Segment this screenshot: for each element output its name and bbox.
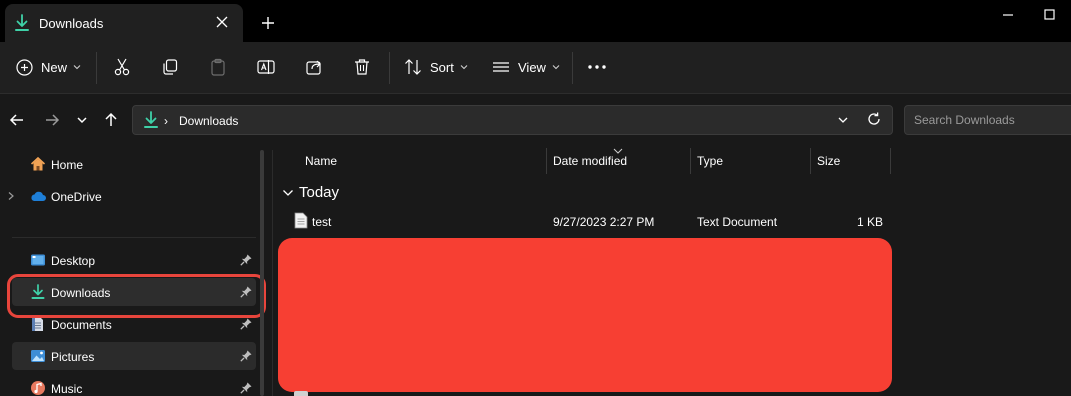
- cloud-icon: [31, 191, 46, 201]
- sidebar-item-music[interactable]: Music: [12, 374, 256, 396]
- download-icon: [15, 14, 29, 31]
- forward-arrow-icon[interactable]: [42, 110, 62, 130]
- navigation-pane: Home OneDrive Desktop Downloads Document…: [0, 148, 262, 396]
- file-size: 1 KB: [856, 215, 883, 229]
- group-label: Today: [299, 184, 340, 201]
- delete-button[interactable]: [353, 42, 371, 92]
- file-date-modified: 9/27/2023 2:27 PM: [553, 215, 655, 229]
- sort-button[interactable]: Sort: [404, 42, 468, 92]
- pin-icon[interactable]: [239, 317, 253, 331]
- trash-icon: [355, 59, 369, 75]
- download-icon: [144, 111, 158, 128]
- sidebar-item-pictures[interactable]: Pictures: [12, 342, 256, 370]
- tab-downloads[interactable]: Downloads: [5, 4, 243, 42]
- table-row[interactable]: test 9/27/2023 2:27 PM Text Document 1 K…: [282, 208, 894, 234]
- search-input[interactable]: [904, 105, 1071, 135]
- paste-button[interactable]: [209, 42, 227, 92]
- breadcrumb[interactable]: Downloads: [179, 114, 238, 128]
- sidebar-item-label: Desktop: [51, 254, 96, 268]
- copy-icon: [163, 59, 178, 75]
- title-bar: Downloads: [0, 0, 1071, 42]
- separator: [572, 52, 573, 84]
- divider: [12, 237, 256, 238]
- new-button[interactable]: New: [16, 42, 81, 92]
- more-icon: [588, 65, 606, 69]
- rename-button[interactable]: [257, 42, 275, 92]
- sidebar-item-label: Pictures: [51, 350, 95, 364]
- chevron-down-icon: [283, 189, 293, 196]
- view-button[interactable]: View: [492, 42, 560, 92]
- new-label: New: [41, 59, 68, 75]
- minimize-icon[interactable]: [998, 8, 1018, 22]
- column-header-size[interactable]: Size: [817, 154, 840, 168]
- more-options-button[interactable]: [587, 42, 607, 92]
- tab-title: Downloads: [39, 16, 104, 31]
- pin-icon[interactable]: [239, 381, 253, 395]
- sidebar-item-label: Documents: [51, 318, 112, 332]
- breadcrumb-separator-icon[interactable]: ›: [164, 114, 168, 128]
- refresh-icon[interactable]: [866, 111, 882, 127]
- share-icon: [306, 60, 321, 75]
- music-icon: [31, 381, 45, 395]
- copy-button[interactable]: [161, 42, 179, 92]
- chevron-down-icon[interactable]: [836, 113, 850, 127]
- plus-circle-icon: [16, 58, 33, 76]
- sort-icon: [405, 59, 421, 75]
- chevron-down-icon: [460, 65, 468, 70]
- sort-label: Sort: [430, 59, 454, 75]
- sidebar-scrollbar[interactable]: [260, 150, 264, 396]
- file-name: test: [312, 215, 332, 229]
- pin-icon[interactable]: [239, 349, 253, 363]
- sidebar-item-label: Music: [51, 382, 83, 396]
- desktop-icon: [31, 254, 45, 266]
- back-arrow-icon[interactable]: [7, 110, 27, 130]
- sidebar-item-home[interactable]: Home: [12, 150, 256, 178]
- pin-icon[interactable]: [239, 253, 253, 267]
- sidebar-item-label: OneDrive: [51, 190, 102, 204]
- address-bar[interactable]: › Downloads: [132, 105, 893, 135]
- document-icon: [32, 317, 43, 331]
- pictures-icon: [31, 350, 45, 362]
- share-button[interactable]: [305, 42, 323, 92]
- view-list-icon: [493, 62, 509, 72]
- column-separator[interactable]: [690, 148, 691, 174]
- column-separator[interactable]: [546, 148, 547, 174]
- sidebar-item-desktop[interactable]: Desktop: [12, 246, 256, 274]
- redaction-overlay: [278, 238, 892, 392]
- chevron-down-icon: [73, 65, 81, 70]
- view-label: View: [518, 59, 546, 75]
- text-file-icon: [294, 212, 308, 229]
- address-row: › Downloads: [0, 94, 1071, 148]
- column-header-type[interactable]: Type: [697, 154, 723, 168]
- paste-icon: [211, 58, 225, 76]
- chevron-down-icon: [552, 65, 560, 70]
- scissors-icon: [114, 58, 130, 76]
- new-tab-icon[interactable]: [258, 13, 278, 33]
- column-header-name[interactable]: Name: [305, 154, 337, 168]
- file-icon: [294, 391, 308, 396]
- pane-divider[interactable]: [272, 150, 273, 396]
- file-type: Text Document: [697, 215, 778, 229]
- command-bar: New Sort View: [0, 42, 1071, 94]
- close-icon[interactable]: [212, 12, 232, 32]
- separator: [96, 52, 97, 84]
- highlight-annotation: [7, 274, 266, 318]
- separator: [389, 52, 390, 84]
- cut-button[interactable]: [113, 42, 131, 92]
- home-icon: [30, 156, 46, 171]
- group-header-today[interactable]: Today: [282, 184, 339, 201]
- column-separator[interactable]: [890, 148, 891, 174]
- sidebar-item-label: Home: [51, 158, 84, 172]
- up-arrow-icon[interactable]: [101, 110, 121, 130]
- sidebar-item-onedrive[interactable]: OneDrive: [8, 182, 256, 210]
- maximize-icon[interactable]: [1040, 5, 1060, 25]
- chevron-right-icon[interactable]: [6, 191, 16, 201]
- rename-icon: [257, 60, 275, 74]
- column-separator[interactable]: [810, 148, 811, 174]
- recent-locations-icon[interactable]: [72, 110, 92, 130]
- column-header-date[interactable]: Date modified: [553, 154, 627, 168]
